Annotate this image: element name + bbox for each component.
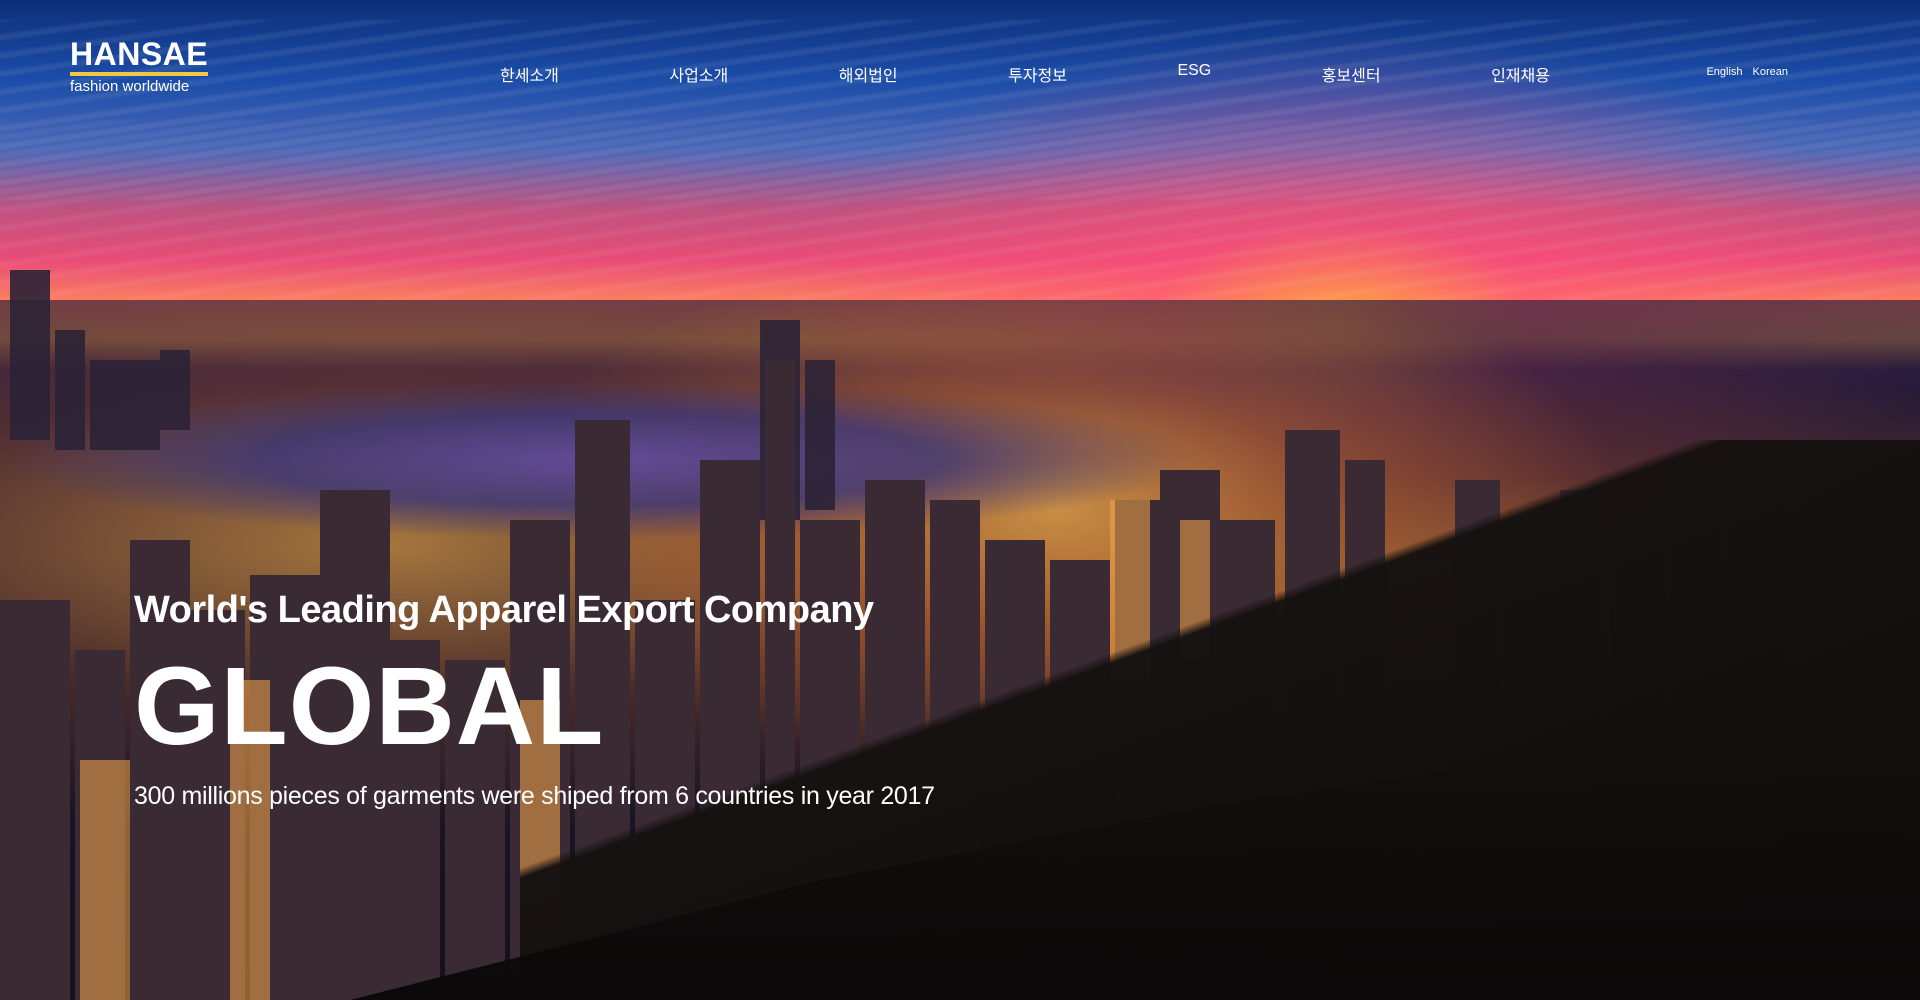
hero-tagline: World's Leading Apparel Export Company xyxy=(134,589,874,631)
nav-item-investor[interactable]: 투자정보 xyxy=(1008,62,1067,86)
site-header: HANSAE fashion worldwide 한세소개 사업소개 해외법인 … xyxy=(0,0,1920,110)
nav-item-about[interactable]: 한세소개 xyxy=(500,62,559,86)
brand-logo[interactable]: HANSAE fashion worldwide xyxy=(70,38,209,95)
lang-english[interactable]: English xyxy=(1706,66,1742,78)
logo-title: HANSAE xyxy=(70,38,209,76)
hero-headline: GLOBAL xyxy=(134,644,605,768)
nav-item-esg[interactable]: ESG xyxy=(1177,62,1211,86)
main-navigation: 한세소개 사업소개 해외법인 투자정보 ESG 홍보센터 인재채용 xyxy=(500,62,1550,86)
nav-item-business[interactable]: 사업소개 xyxy=(669,62,728,86)
hero-stat: 300 millions pieces of garments were shi… xyxy=(134,781,935,810)
hero-background: HANSAE fashion worldwide 한세소개 사업소개 해외법인 … xyxy=(0,0,1920,1000)
nav-item-overseas[interactable]: 해외법인 xyxy=(839,62,898,86)
hero-text: World's Leading Apparel Export Company G… xyxy=(134,589,935,811)
lang-korean[interactable]: Korean xyxy=(1753,66,1788,78)
nav-item-pr[interactable]: 홍보센터 xyxy=(1322,62,1381,86)
language-switcher: English Korean xyxy=(1706,66,1788,78)
logo-subtitle: fashion worldwide xyxy=(70,78,190,95)
nav-item-careers[interactable]: 인재채용 xyxy=(1491,62,1550,86)
